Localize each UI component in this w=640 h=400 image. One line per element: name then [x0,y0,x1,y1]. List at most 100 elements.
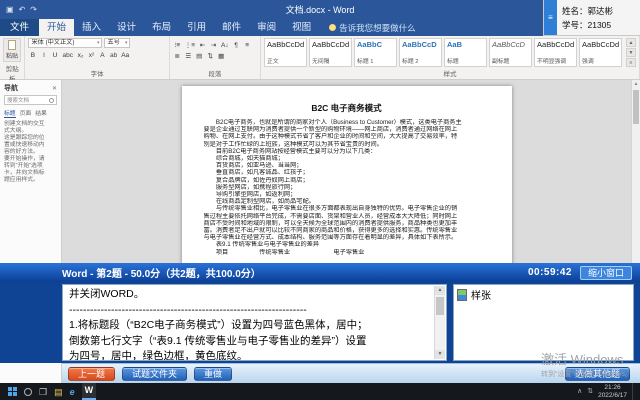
file-explorer-icon[interactable]: ▤ [54,384,63,400]
document-line: 百货商店，如亚马逊、当当网； [204,162,490,169]
exam-info-icon[interactable]: ≡ [544,0,557,35]
paragraph-format-icon[interactable]: ¶ [232,40,241,49]
exam-scrollbar[interactable]: ▲ ▼ [434,286,445,359]
document-line: 商店不受时间和地域的限制，可以全天候为全球范围内的消费者提供服务，商品种类也更加… [204,220,490,227]
student-info-panel: ≡ 姓名：郭达彬 学号：21305 [543,0,640,36]
style-cell-no-spacing[interactable]: AaBbCcDd 无间隔 [309,38,352,67]
browser-icon[interactable]: e [70,384,75,400]
start-button[interactable] [8,387,17,396]
scroll-down-icon[interactable]: ▼ [435,350,445,359]
qat-icon[interactable]: ↶ [19,5,26,14]
ribbon-tab[interactable]: 设计 [109,19,144,36]
font-format-icon[interactable]: x² [87,50,96,59]
styles-group-label: 样式 [264,67,636,78]
paragraph-format-icon[interactable]: ☰ [184,51,193,60]
paragraph-format-icon[interactable]: ⇅ [206,51,215,60]
font-size-combo[interactable]: 五号▾ [104,38,130,48]
ribbon-tab[interactable]: 布局 [144,19,179,36]
navigation-hint-line: 容的好方法。 [4,149,57,156]
style-cell-subtle-emphasis[interactable]: AaBbCcDd 不明显强调 [534,38,577,67]
word-taskbar-icon[interactable]: W [82,383,97,400]
paragraph-format-icon[interactable]: ⇥ [209,40,218,49]
document-line: 购物、在网上支付。由于这种模式节省了客户和企业的时间和空间，大大提高了交易效率，… [204,133,490,140]
document-line: 导购引擎型网店，如返利网； [204,191,490,198]
ribbon-tab[interactable]: 邮件 [214,19,249,36]
tab-home[interactable]: 开始 [39,19,74,36]
paragraph-format-icon[interactable]: ≣ [173,51,182,60]
tab-file[interactable]: 文件 [0,19,39,36]
sample-file-item[interactable]: 样张 [457,287,630,302]
style-cell-heading1[interactable]: AaBbC 标题 1 [354,38,397,67]
style-cell-subtitle[interactable]: AaBbCcD 副标题 [489,38,532,67]
font-format-icon[interactable]: Aa [120,50,130,59]
gallery-up-icon[interactable]: ▲ [626,38,636,47]
document-line: 与传统零售业相比，电子零售业在很多方面都表现出自身独特的优势。电子零售企业的销 [204,205,490,212]
font-format-icon[interactable]: ab [109,50,118,59]
navigation-tab[interactable]: 标题 [4,108,16,118]
exam-question-line: 1.将标题段（“B2C电子商务模式”）设置为四号蓝色黑体，居中； [69,318,430,334]
font-format-icon[interactable]: B [28,50,37,59]
style-cell-emphasis[interactable]: AaBbCcDd 强调 [579,38,622,67]
qat-icon[interactable]: ▣ [6,5,14,14]
style-cell-title[interactable]: AaB 标题 [444,38,487,67]
exam-question-line: 为四号，居中，绿色边框，黄色底纹。 [69,349,430,361]
navigation-hint-line: 式大纲。 [4,128,57,135]
exam-question-line: ----------------------------------------… [69,303,430,319]
paragraph-format-icon[interactable]: ▦ [217,51,226,60]
document-line: 复合品牌店，如佐丹奴网上商店； [204,177,490,184]
style-cell-heading2[interactable]: AaBbCcD 标题 2 [399,38,442,67]
font-format-icon[interactable]: U [50,50,59,59]
tray-expand-icon[interactable]: ∧ [577,384,582,400]
redo-button[interactable]: 重做 [194,367,232,381]
ribbon-tab[interactable]: 视图 [284,19,319,36]
paragraph-format-icon[interactable]: ⋮≡ [184,40,196,49]
navigation-hint-line: 要开始操作，请 [4,156,57,163]
paste-button[interactable]: 粘贴 [3,38,21,62]
document-line: 在线商品定制型网店，如尚品宅配。 [204,198,490,205]
task-view-icon[interactable]: ❐ [39,384,47,400]
paragraph-format-icon[interactable]: ⇤ [198,40,207,49]
watermark-line1: 激活 Windows [541,349,632,368]
paragraph-format-icon[interactable]: A↓ [220,40,230,49]
font-format-icon[interactable]: A [98,50,107,59]
chevron-down-icon: ▾ [125,39,128,47]
paragraph-format-icon[interactable]: ▤ [195,51,204,60]
search-input[interactable]: 搜索文档 [4,95,57,105]
navigation-hint-line: 置或快速移动内 [4,142,57,149]
screen: ▣↶↷ 文档.docx - Word — ▢ ✕ 文件 开始 插入设计布局引用邮… [0,0,640,400]
paragraph-format-icon[interactable]: ≡ [243,40,252,49]
navigation-hint-line: 卡，并向文档标 [4,170,57,177]
tell-me-box[interactable]: 告诉我您想要做什么 [329,19,416,36]
ribbon-tab[interactable]: 插入 [74,19,109,36]
font-format-icons: BIUabcx₂x²AabAa [28,50,165,59]
scrollbar-thumb[interactable] [436,297,444,315]
taskbar-clock[interactable]: 21:26 2022/6/17 [598,384,627,399]
show-desktop-button[interactable] [632,383,636,400]
gallery-down-icon[interactable]: ▼ [626,48,636,57]
scroll-up-icon[interactable]: ▲ [435,286,445,295]
ribbon-tab[interactable]: 引用 [179,19,214,36]
previous-question-button[interactable]: 上一题 [68,367,115,381]
exam-folder-button[interactable]: 试题文件夹 [122,367,187,381]
gallery-more-icon[interactable]: ≡ [626,58,636,67]
paragraph-format-icon[interactable]: ⁝≡ [173,40,182,49]
ribbon-tab[interactable]: 审阅 [249,19,284,36]
font-name-combo[interactable]: 宋体 (中文正文)▾ [28,38,102,48]
paragraph-format-icons: ⁝≡⋮≡⇤⇥A↓¶≡ ≣☰▤⇅▦ [173,40,257,60]
network-icon[interactable]: ⇅ [587,384,593,400]
scrollbar-thumb[interactable] [633,90,639,124]
font-format-icon[interactable]: x₂ [76,50,85,59]
sample-file-icon [457,289,467,301]
search-icon[interactable] [24,388,32,396]
paragraph-group-label: 段落 [173,67,257,78]
navigation-tab[interactable]: 页面 [20,108,32,118]
style-cell-normal[interactable]: AaBbCcDd 正文 [264,38,307,67]
font-format-icon[interactable]: I [39,50,48,59]
navigation-tab[interactable]: 结果 [35,108,47,118]
qat-icon[interactable]: ↷ [30,5,37,14]
scroll-up-icon[interactable]: ▲ [632,80,640,87]
minimize-window-button[interactable]: 缩小窗口 [580,266,632,280]
close-icon[interactable]: ✕ [52,85,57,92]
exam-header[interactable]: Word - 第2题 - 50.0分（共2题，共100.0分） 00:59:42… [0,263,640,282]
font-format-icon[interactable]: abc [61,50,73,59]
